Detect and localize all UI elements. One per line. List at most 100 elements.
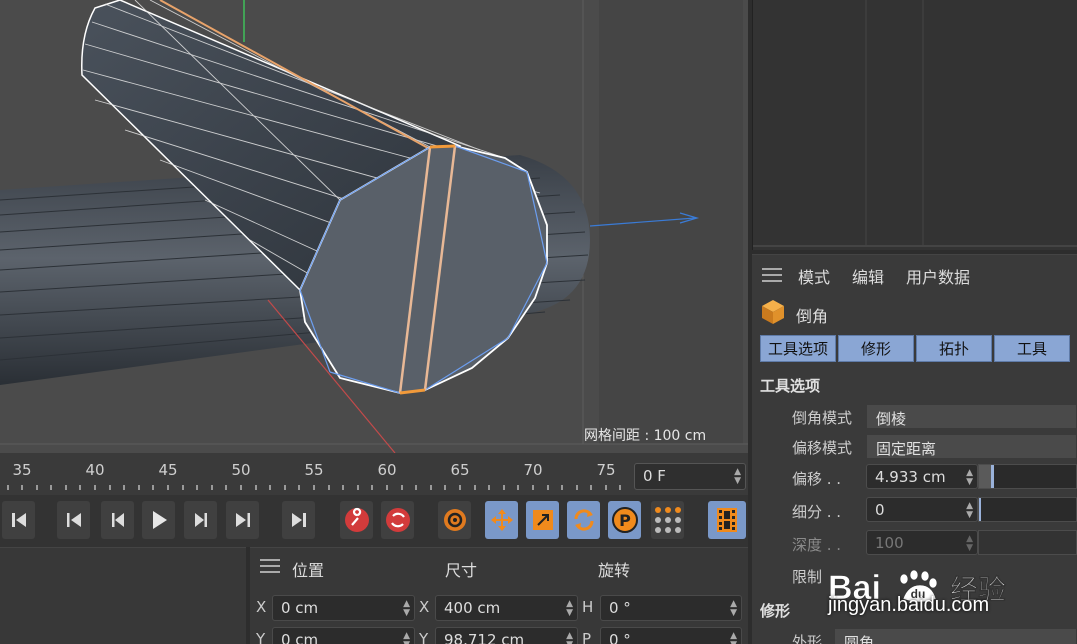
position-header: 位置	[292, 561, 325, 580]
timeline-window-button[interactable]	[708, 501, 746, 539]
previous-frame-button[interactable]	[101, 501, 134, 539]
subdivision-label: 细分 . .	[792, 503, 842, 521]
3d-viewport[interactable]: 网格间距 : 100 cm	[0, 0, 748, 453]
offset-mode-dropdown[interactable]: 固定距离	[866, 434, 1077, 459]
limit-label: 限制	[792, 568, 823, 586]
materials-panel	[0, 547, 246, 644]
skip-end-icon	[291, 513, 306, 527]
depth-value: 100	[875, 534, 904, 552]
menu-edit[interactable]: 编辑	[852, 264, 884, 288]
point-level-key-button[interactable]	[651, 501, 684, 539]
offset-field[interactable]: 4.933 cm ▲ ▼	[866, 464, 978, 489]
pos-y-value: 0 cm	[281, 631, 319, 644]
size-y-field[interactable]: 98.712 cm ▲▼	[435, 627, 578, 644]
tab-topology[interactable]: 拓扑	[916, 335, 992, 362]
offset-slider-fill	[979, 465, 991, 488]
coordinates-panel: 位置 尺寸 旋转 X 0 cm ▲ ▼ X 400 cm ▲ ▼ H 0 ° ▲ ▼ Y 0…	[250, 547, 748, 644]
size-header: 尺寸	[445, 561, 478, 580]
subdivision-slider-handle[interactable]	[979, 498, 981, 521]
bevel-mode-dropdown[interactable]: 倒棱	[866, 404, 1077, 429]
menu-mode[interactable]: 模式	[798, 264, 830, 288]
spinner-arrows-icon[interactable]: ▲▼	[966, 469, 973, 487]
tab-tool[interactable]: 工具	[994, 335, 1070, 362]
auto-key-button[interactable]	[381, 501, 414, 539]
grid-dots-icon	[654, 507, 681, 533]
ruler-ticks	[7, 485, 621, 490]
pos-y-label: Y	[256, 630, 266, 644]
hamburger-menu-icon[interactable]	[260, 558, 280, 574]
offset-mode-label: 偏移模式	[792, 439, 853, 457]
object-title: 倒角	[796, 307, 829, 326]
rotate-icon	[573, 509, 594, 531]
viewport-scene	[0, 0, 748, 453]
next-key-button[interactable]	[226, 501, 259, 539]
tab-tool-options[interactable]: 工具选项	[760, 335, 836, 362]
next-frame-button[interactable]	[184, 501, 217, 539]
scale-key-button[interactable]	[526, 501, 559, 539]
object-manager-panel	[752, 0, 1077, 250]
timeline-tick: 55	[304, 461, 324, 479]
subdivision-field[interactable]: 0 ▲ ▼	[866, 497, 978, 522]
hamburger-menu-icon[interactable]	[762, 267, 782, 283]
rot-h-value: 0 °	[609, 599, 631, 617]
timeline-tick: 45	[158, 461, 178, 479]
rotation-key-button[interactable]	[567, 501, 600, 539]
offset-slider-handle[interactable]	[991, 465, 994, 488]
rot-p-field[interactable]: 0 ° ▲▼	[600, 627, 742, 644]
size-y-label: Y	[419, 630, 429, 644]
spinner-arrows-icon[interactable]: ▲▼	[966, 502, 973, 520]
size-x-label: X	[419, 598, 430, 616]
rot-h-label: H	[582, 598, 594, 616]
offset-value: 4.933 cm	[875, 468, 946, 486]
record-key-icon	[344, 507, 369, 532]
pos-x-field[interactable]: 0 cm ▲ ▼	[272, 595, 415, 621]
play-button[interactable]	[142, 501, 175, 539]
gear-icon	[443, 509, 466, 531]
spinner-arrows-icon: ▲ ▼	[966, 534, 973, 553]
go-to-end-button[interactable]	[282, 501, 315, 539]
bevel-mode-label: 倒角模式	[792, 409, 853, 427]
parameter-key-button[interactable]: P	[608, 501, 641, 539]
spinner-arrows-icon[interactable]: ▲▼	[730, 632, 737, 644]
timeline-tick: 70	[523, 461, 543, 479]
spinner-arrows-icon[interactable]: ▲▼	[734, 468, 741, 486]
spinner-arrows-icon[interactable]: ▲▼	[403, 600, 410, 618]
position-key-button[interactable]	[485, 501, 518, 539]
tab-shaping[interactable]: 修形	[838, 335, 914, 362]
next-frame-icon	[194, 513, 207, 527]
record-keys-button[interactable]	[340, 501, 373, 539]
section-shaping: 修形	[760, 602, 791, 620]
spinner-arrows-icon[interactable]: ▲▼	[566, 600, 573, 618]
timeline-tick: 75	[596, 461, 616, 479]
scale-icon	[532, 510, 553, 530]
section-tool-options: 工具选项	[760, 377, 821, 395]
pos-y-field[interactable]: 0 cm ▲▼	[272, 627, 415, 644]
offset-label: 偏移 . .	[792, 470, 842, 488]
svg-text:P: P	[619, 511, 631, 530]
timeline-tick: 40	[85, 461, 105, 479]
next-key-icon	[235, 513, 250, 527]
go-to-start-button[interactable]	[2, 501, 35, 539]
menu-user-data[interactable]: 用户数据	[906, 264, 970, 288]
spinner-arrows-icon[interactable]: ▲▼	[403, 632, 410, 644]
previous-key-button[interactable]	[57, 501, 90, 539]
film-strip-icon	[717, 508, 737, 532]
spinner-arrows-icon[interactable]: ▲▼	[730, 600, 737, 618]
current-frame-value: 0 F	[643, 467, 666, 485]
keyframe-selection-button[interactable]	[438, 501, 471, 539]
current-frame-field[interactable]: 0 F ▲ ▼	[634, 463, 746, 490]
subdivision-value: 0	[875, 501, 885, 519]
rot-p-label: P	[582, 630, 592, 644]
rot-h-field[interactable]: 0 ° ▲ ▼	[600, 595, 742, 621]
timeline-tick: 50	[231, 461, 251, 479]
spinner-arrows-icon[interactable]: ▲▼	[566, 632, 573, 644]
size-x-field[interactable]: 400 cm ▲ ▼	[435, 595, 578, 621]
offset-slider[interactable]	[978, 464, 1077, 489]
move-arrows-icon	[490, 509, 513, 531]
pos-x-value: 0 cm	[281, 599, 319, 617]
rotation-header: 旋转	[598, 561, 631, 580]
rot-p-value: 0 °	[609, 631, 631, 644]
subdivision-slider[interactable]	[978, 497, 1077, 522]
shape-dropdown[interactable]: 圆角	[834, 628, 1077, 644]
timeline-tick: 35	[12, 461, 32, 479]
